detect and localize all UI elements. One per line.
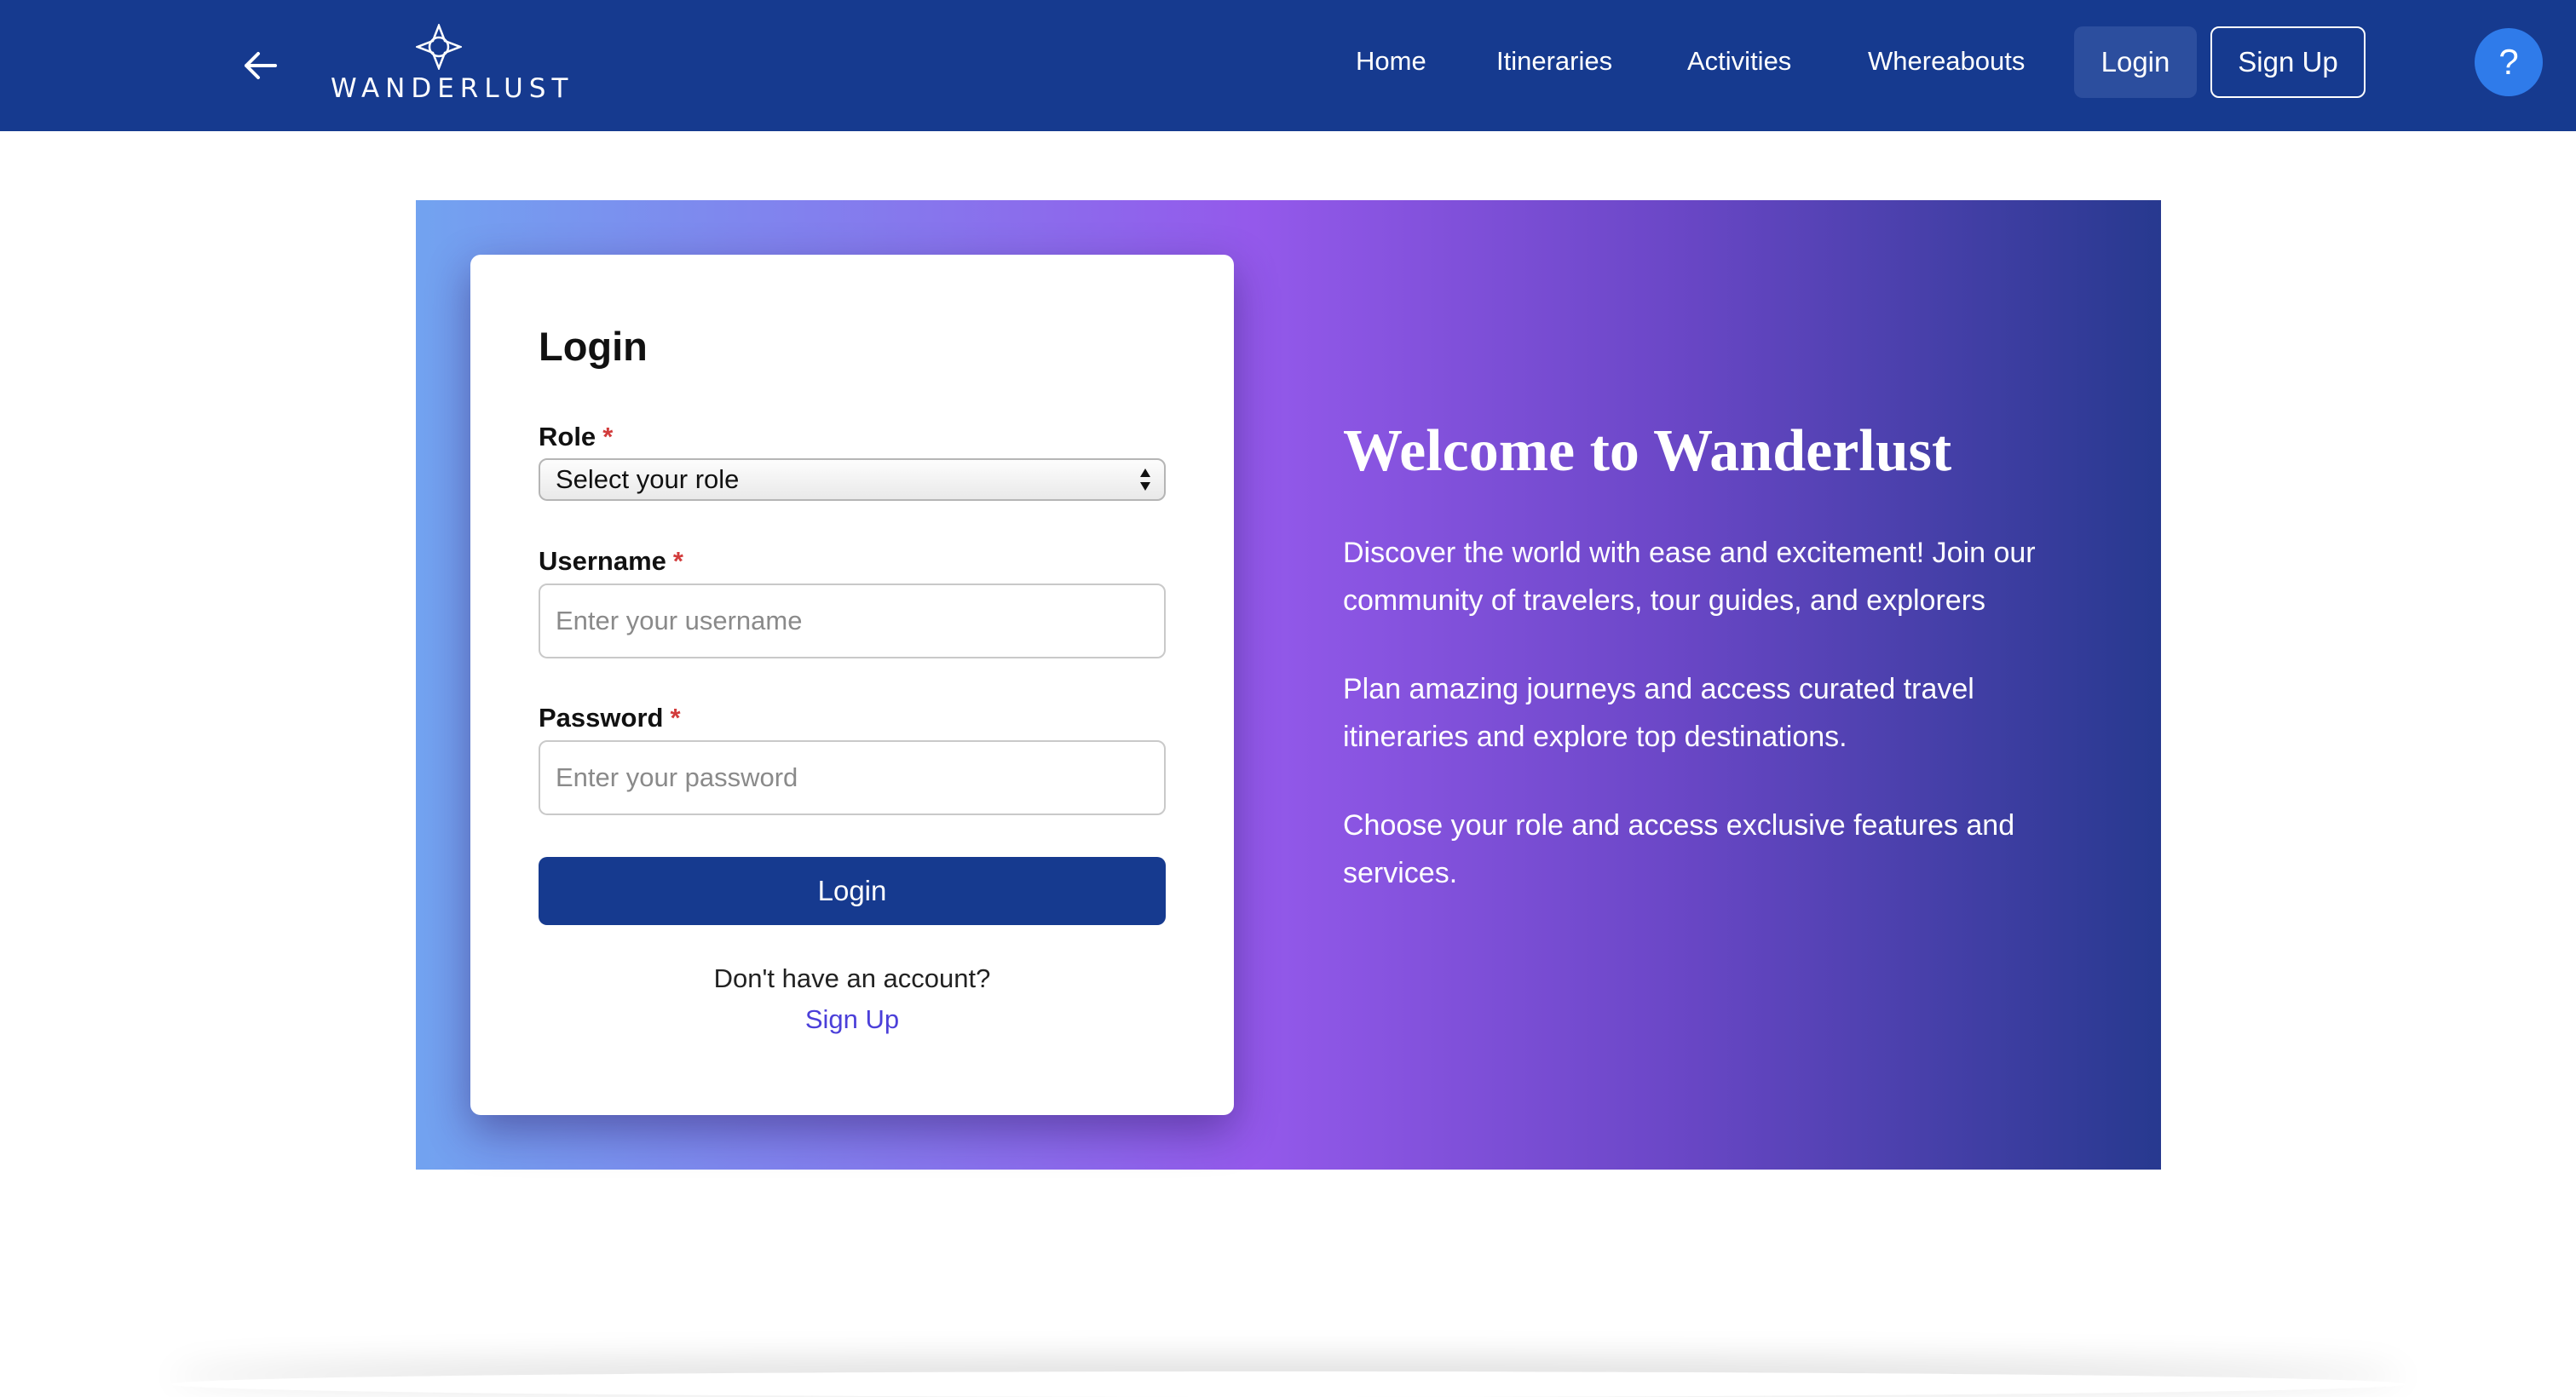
no-account-text: Don't have an account? bbox=[713, 963, 991, 993]
brand-name: WANDERLUST bbox=[331, 73, 574, 104]
hero-section: Login Role* Select your role Username* P… bbox=[416, 200, 2161, 1170]
role-select-value: Select your role bbox=[556, 464, 740, 494]
username-input[interactable] bbox=[539, 584, 1166, 658]
password-label-text: Password bbox=[539, 703, 664, 733]
login-card: Login Role* Select your role Username* P… bbox=[470, 255, 1234, 1115]
nav-link-activities[interactable]: Activities bbox=[1687, 37, 1791, 85]
role-select[interactable]: Select your role bbox=[539, 458, 1166, 501]
footer-shadow bbox=[170, 1371, 2406, 1397]
password-label: Password * bbox=[539, 703, 681, 733]
nav-login-button[interactable]: Login bbox=[2074, 26, 2197, 98]
navbar: WANDERLUST Home Itineraries Activities W… bbox=[0, 0, 2576, 131]
username-label-text: Username bbox=[539, 546, 666, 576]
welcome-paragraph-1: Discover the world with ease and excitem… bbox=[1343, 537, 2036, 617]
welcome-paragraph-2: Plan amazing journeys and access curated… bbox=[1343, 673, 1974, 753]
required-mark: * bbox=[602, 422, 614, 451]
role-label-text: Role bbox=[539, 422, 596, 451]
nav-link-whereabouts[interactable]: Whereabouts bbox=[1868, 37, 2025, 85]
compass-diamond-icon bbox=[416, 24, 462, 70]
username-label: Username * bbox=[539, 546, 683, 577]
help-button[interactable]: ? bbox=[2475, 28, 2543, 96]
welcome-paragraph-3: Choose your role and access exclusive fe… bbox=[1343, 809, 2015, 889]
password-input[interactable] bbox=[539, 740, 1166, 815]
welcome-title: Welcome to Wanderlust bbox=[1343, 418, 1952, 484]
required-mark: * bbox=[670, 703, 681, 733]
back-button[interactable] bbox=[230, 36, 290, 95]
nav-link-home[interactable]: Home bbox=[1356, 37, 1426, 85]
nav-signup-button[interactable]: Sign Up bbox=[2210, 26, 2366, 98]
login-title: Login bbox=[539, 324, 648, 369]
role-label: Role * bbox=[539, 422, 613, 452]
required-mark: * bbox=[672, 546, 683, 576]
signup-link[interactable]: Sign Up bbox=[470, 1004, 1234, 1035]
arrow-left-icon bbox=[245, 52, 277, 79]
nav-link-itineraries[interactable]: Itineraries bbox=[1496, 37, 1612, 85]
updown-arrows-icon bbox=[1140, 469, 1150, 491]
login-submit-button[interactable]: Login bbox=[539, 857, 1166, 925]
brand-logo[interactable]: WANDERLUST bbox=[331, 24, 574, 106]
